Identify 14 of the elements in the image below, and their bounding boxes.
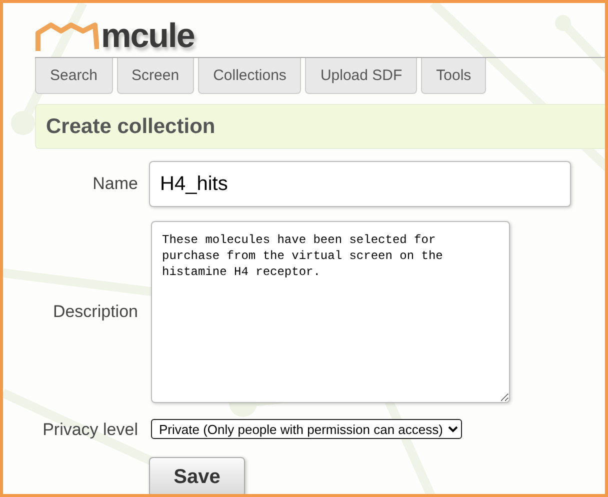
field-label: Privacy level (42, 419, 138, 441)
page-title: Create collection (46, 114, 216, 140)
nav-tab[interactable]: Tools (421, 58, 486, 94)
nav-tab[interactable]: Upload SDF (305, 58, 418, 94)
nav-tab[interactable]: Screen (116, 58, 194, 94)
save-button[interactable]: Save (149, 456, 245, 494)
name-field[interactable]: H4_hits (149, 161, 571, 207)
privacy-dropdown[interactable]: Private (Only people with permission can access) (151, 419, 462, 440)
field-label: Description (52, 301, 138, 324)
logo-text: mcule (101, 19, 194, 53)
nav-tab[interactable]: Collections (198, 58, 302, 94)
description-field[interactable]: These molecules have been selected for purchase from the virtual screen on the histamine H4 receptor. (151, 221, 510, 403)
field-label: Name (92, 173, 138, 196)
nav-tab[interactable]: Search (35, 58, 113, 94)
